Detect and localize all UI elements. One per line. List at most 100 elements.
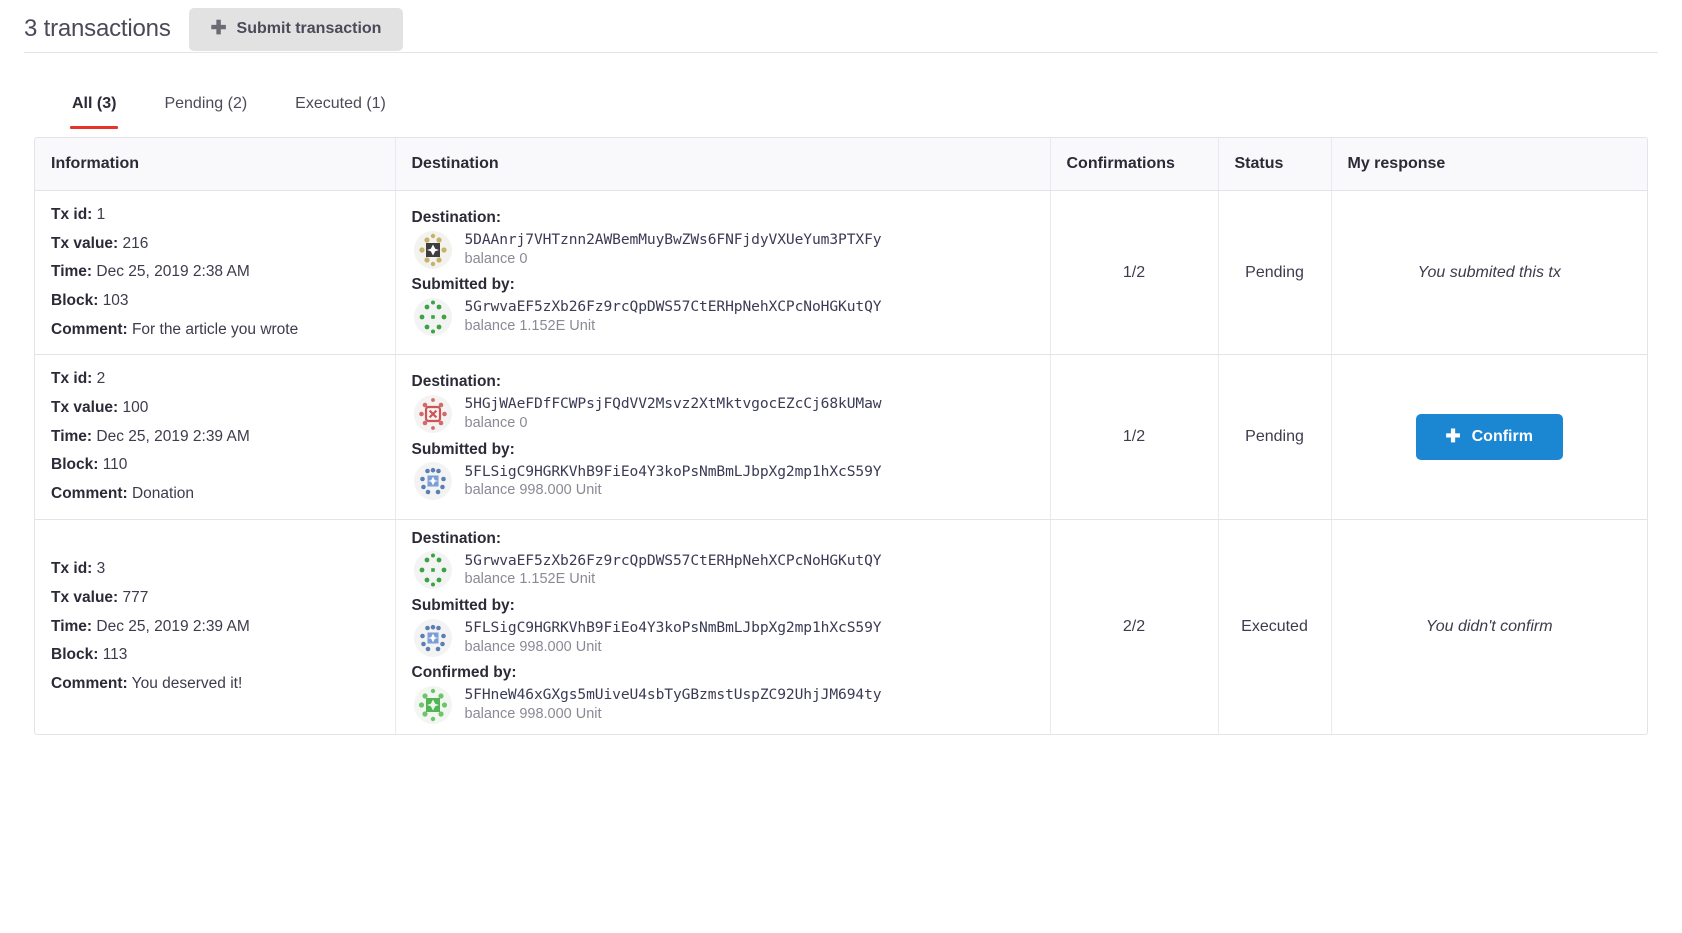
cell-destination: Destination: [395,354,1051,520]
account-row-destination[interactable]: 5GrwvaEF5zXb26Fz9rcQpDWS57CtERHpNehXCPcN… [412,551,1034,590]
label-tx-value: Tx value: [51,399,119,417]
identicon-gold-icon [413,230,452,269]
page-toolbar: 3 transactions ✚ Submit transaction [0,0,1682,52]
submitted-by-balance: balance 998.000 Unit [464,638,602,655]
value-comment: Donation [131,485,194,503]
transactions-page: 3 transactions ✚ Submit transaction All … [0,0,1682,933]
destination-balance: balance 1.152E Unit [464,571,596,588]
account-row-submitted-by[interactable]: 5FLSigC9HGRKVhB9FiEo4Y3koPsNmBmLJbpXg2mp… [412,462,1034,501]
destination-address: 5GrwvaEF5zXb26Fz9rcQpDWS57CtERHpNehXCPcN… [464,551,882,569]
label-submitted-by: Submitted by: [411,440,515,458]
info-time: Time: Dec 25, 2019 2:39 AM [51,423,379,452]
tab-all-label: All (3) [72,95,117,112]
cell-destination: Destination: [395,190,1051,356]
cell-status: Executed [1218,519,1332,735]
destination-balance: balance 0 [464,414,528,431]
submitted-by-address: 5FLSigC9HGRKVhB9FiEo4Y3koPsNmBmLJbpXg2mp… [464,618,882,636]
label-block: Block: [51,646,99,664]
value-tx-value: 100 [122,399,149,417]
status-badge: Executed [1241,618,1308,636]
column-header-status: Status [1218,138,1332,191]
info-tx-id: Tx id: 3 [51,555,379,584]
tab-pending[interactable]: Pending (2) [140,95,271,129]
account-row-submitted-by[interactable]: 5FLSigC9HGRKVhB9FiEo4Y3koPsNmBmLJbpXg2mp… [412,618,1034,657]
cell-my-response: You didn't confirm [1331,519,1647,734]
info-tx-value: Tx value: 100 [51,394,379,423]
response-note: You didn't confirm [1425,618,1553,636]
info-tx-id: Tx id: 2 [51,365,379,394]
label-time: Time: [51,617,93,635]
account-row-destination[interactable]: 5HGjWAeFDfFCWPsjFQdVV2Msvz2XtMktvgocEZcC… [412,394,1034,433]
destination-block: Destination: [412,209,1034,269]
cell-confirmations: 2/2 [1050,519,1219,735]
submitted-by-block: Submitted by: [412,276,1034,336]
label-destination: Destination: [411,373,502,391]
response-note: You submited this tx [1417,263,1561,281]
value-time: Dec 25, 2019 2:39 AM [96,427,250,445]
cell-information: Tx id: 3 Tx value: 777 Time: Dec 25, 201… [35,519,396,735]
confirm-button-label: Confirm [1471,428,1533,446]
value-time: Dec 25, 2019 2:38 AM [96,263,250,281]
identicon-red-icon [413,394,452,433]
confirmations-value: 1/2 [1122,263,1146,281]
tab-pending-label: Pending (2) [164,95,248,112]
submit-transaction-label: Submit transaction [236,20,382,37]
table-header-row: Information Destination Confirmations St… [35,138,1647,191]
destination-balance: balance 0 [464,250,528,267]
column-header-information: Information [35,138,396,191]
identicon-lightgreen-icon [413,685,452,724]
info-time: Time: Dec 25, 2019 2:39 AM [51,613,379,642]
destination-address: 5HGjWAeFDfFCWPsjFQdVV2Msvz2XtMktvgocEZcC… [464,395,882,413]
info-block: Block: 110 [51,451,379,480]
submitted-by-address: 5GrwvaEF5zXb26Fz9rcQpDWS57CtERHpNehXCPcN… [464,298,882,316]
value-comment: You deserved it! [131,675,243,693]
label-block: Block: [51,456,99,474]
label-block: Block: [51,292,99,310]
tab-executed[interactable]: Executed (1) [271,95,410,129]
label-tx-value: Tx value: [51,589,119,607]
label-destination: Destination: [411,529,502,547]
confirmed-by-balance: balance 998.000 Unit [464,705,602,722]
transactions-table-container: Information Destination Confirmations St… [34,137,1648,736]
destination-address: 5DAAnrj7VHTznn2AWBemMuyBwZWs6FNFjdyVXUeY… [464,230,882,248]
table-row: Tx id: 1 Tx value: 216 Time: Dec 25, 201… [35,190,1647,356]
value-tx-id: 3 [96,560,106,578]
value-comment: For the article you wrote [131,320,299,338]
confirm-button[interactable]: ✚ Confirm [1415,414,1563,461]
table-row: Tx id: 3 Tx value: 777 Time: Dec 25, 201… [35,519,1647,735]
account-row-destination[interactable]: 5DAAnrj7VHTznn2AWBemMuyBwZWs6FNFjdyVXUeY… [412,230,1034,269]
submitted-by-balance: balance 998.000 Unit [464,482,602,499]
label-submitted-by: Submitted by: [411,596,515,614]
status-badge: Pending [1245,428,1304,446]
submitted-by-block: Submitted by: [412,441,1034,501]
submit-transaction-button[interactable]: ✚ Submit transaction [188,7,404,51]
confirmations-value: 1/2 [1122,428,1146,446]
label-time: Time: [51,263,93,281]
info-time: Time: Dec 25, 2019 2:38 AM [51,258,379,287]
cell-status: Pending [1218,354,1332,520]
column-header-confirmations: Confirmations [1050,138,1219,191]
label-comment: Comment: [51,320,128,338]
submitted-by-address: 5FLSigC9HGRKVhB9FiEo4Y3koPsNmBmLJbpXg2mp… [464,462,882,480]
transactions-table: Information Destination Confirmations St… [35,138,1647,735]
tab-executed-label: Executed (1) [295,95,386,112]
submitted-by-balance: balance 1.152E Unit [464,317,596,334]
account-row-confirmed-by[interactable]: 5FHneW46xGXgs5mUiveU4sbTyGBzmstUspZC92Uh… [412,685,1034,724]
info-tx-value: Tx value: 216 [51,230,379,259]
cell-my-response: You submited this tx [1331,190,1647,356]
info-comment: Comment: For the article you wrote [51,316,379,345]
info-tx-id: Tx id: 1 [51,201,379,230]
info-comment: Comment: Donation [51,480,379,509]
account-row-submitted-by[interactable]: 5GrwvaEF5zXb26Fz9rcQpDWS57CtERHpNehXCPcN… [412,297,1034,336]
identicon-blue-icon [413,462,452,501]
tab-all[interactable]: All (3) [48,95,140,129]
value-tx-id: 1 [96,206,106,223]
value-block: 113 [102,646,128,664]
confirmed-by-block: Confirmed by: 5FHneW46xGXgs5mUiveU4sbTyG… [412,664,1034,724]
identicon-blue-icon [413,618,452,657]
destination-block: Destination: [412,373,1034,433]
value-tx-id: 2 [96,370,106,388]
confirmed-by-address: 5FHneW46xGXgs5mUiveU4sbTyGBzmstUspZC92Uh… [464,686,882,704]
label-tx-id: Tx id: [51,370,93,388]
info-tx-value: Tx value: 777 [51,584,379,613]
